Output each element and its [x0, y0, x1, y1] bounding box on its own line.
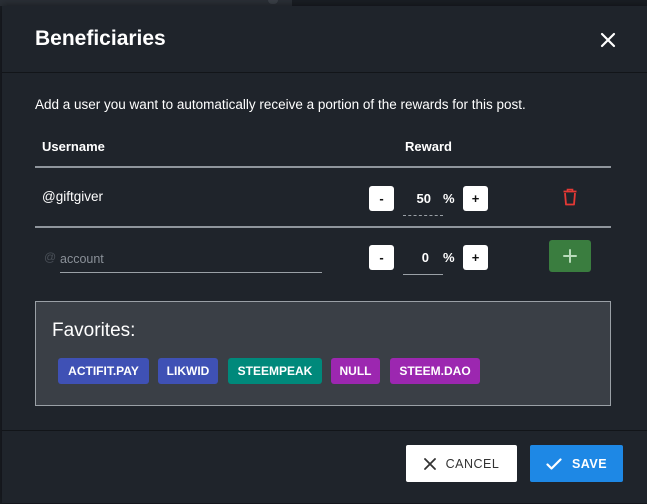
cancel-button[interactable]: CANCEL	[406, 445, 517, 482]
check-icon	[546, 457, 562, 470]
add-beneficiary-button[interactable]	[549, 240, 591, 272]
trash-icon	[563, 188, 577, 206]
close-icon	[600, 32, 616, 48]
column-header-username: Username	[42, 139, 105, 154]
plus-icon	[563, 249, 577, 263]
save-button-label: SAVE	[571, 456, 608, 471]
column-header-reward: Reward	[405, 139, 452, 154]
account-input[interactable]	[60, 246, 322, 273]
favorite-chip-null[interactable]: NULL	[331, 358, 380, 384]
dialog-title: Beneficiaries	[35, 27, 166, 50]
beneficiaries-dialog: Beneficiaries Add a user you want to aut…	[2, 6, 647, 503]
favorite-chip-actifit-pay[interactable]: ACTIFIT.PAY	[58, 358, 149, 384]
favorites-panel: Favorites: ACTIFIT.PAY LIKWID STEEMPEAK …	[35, 301, 611, 406]
at-prefix: @	[44, 250, 57, 264]
save-button[interactable]: SAVE	[530, 445, 623, 482]
dialog-description: Add a user you want to automatically rec…	[35, 97, 526, 112]
row-divider	[35, 226, 611, 228]
favorites-title: Favorites:	[52, 320, 136, 341]
dialog-footer: CANCEL SAVE	[2, 430, 647, 504]
dialog-header: Beneficiaries	[2, 6, 647, 73]
close-icon	[423, 457, 436, 470]
header-divider	[35, 166, 611, 168]
beneficiary-username: @giftgiver	[42, 189, 103, 204]
cancel-button-label: CANCEL	[445, 456, 500, 471]
delete-beneficiary-button[interactable]	[562, 188, 578, 206]
favorite-chip-steempeak[interactable]: STEEMPEAK	[228, 358, 322, 384]
reward-value-underline	[403, 215, 443, 216]
new-increase-reward-button[interactable]: +	[463, 245, 488, 270]
favorite-chip-steem-dao[interactable]: STEEM.DAO	[390, 358, 480, 384]
percent-sign: %	[443, 191, 455, 206]
new-reward-value-underline	[403, 274, 443, 275]
increase-reward-button[interactable]: +	[463, 186, 488, 211]
close-button[interactable]	[598, 30, 618, 50]
reward-value[interactable]: 50	[391, 191, 431, 206]
new-reward-value[interactable]: 0	[389, 250, 429, 265]
favorite-chip-likwid[interactable]: LIKWID	[158, 358, 218, 384]
new-percent-sign: %	[443, 250, 455, 265]
